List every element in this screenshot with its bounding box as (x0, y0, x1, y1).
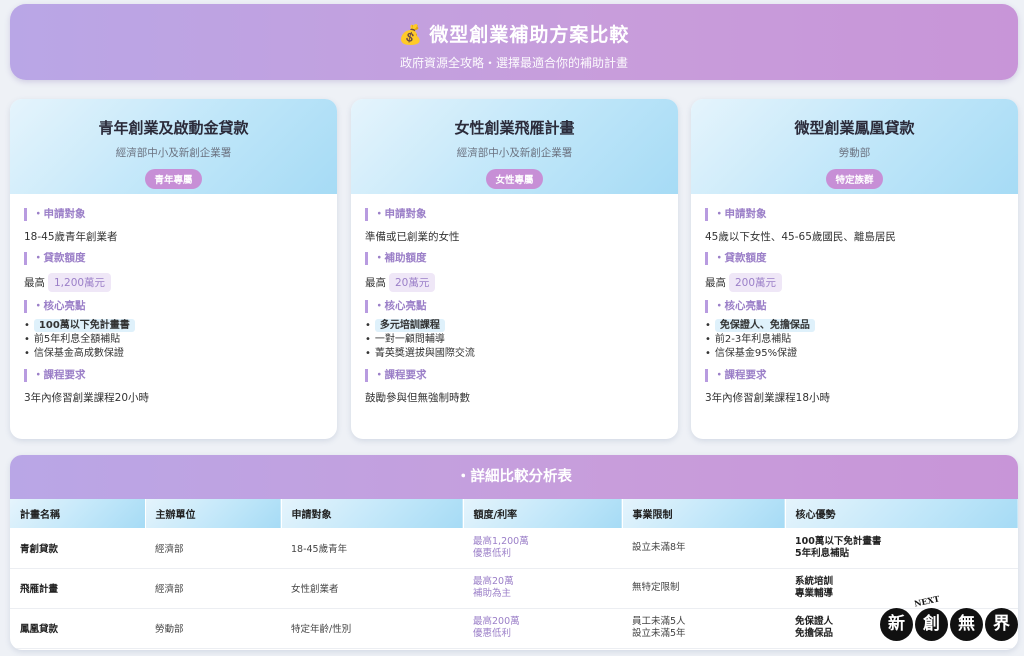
card-title: 青年創業及啟動金貸款 (98, 119, 249, 137)
amount-highlight: 200萬元 (729, 273, 783, 292)
table-title: ・詳細比較分析表 (10, 455, 1018, 499)
column-header: 事業限制 (622, 499, 786, 528)
program-card-women: 女性創業飛雁計畫 經濟部中小及新創企業署 女性專屬 ・申請對象 準備或已創業的女… (351, 99, 678, 439)
money-bag-icon: 💰 (398, 24, 424, 46)
section-amount: 最高 200萬元 (705, 273, 1004, 292)
card-title: 女性創業飛雁計畫 (454, 119, 575, 137)
cell-advantage: 100萬以下免計畫書 5年利息補貼 (785, 528, 1018, 569)
comparison-table-panel: ・詳細比較分析表 計畫名稱 主辦單位 申請對象 額度/利率 事業限制 核心優勢 … (10, 455, 1018, 650)
cell-limit: 設立未滿8年 (622, 528, 785, 569)
section-label: ・課程要求 (365, 369, 664, 382)
comparison-table: 計畫名稱 主辦單位 申請對象 額度/利率 事業限制 核心優勢 青創貸款 經濟部 … (10, 499, 1018, 649)
list-item: 信保基金95%保證 (705, 347, 1004, 361)
cell-org: 勞動部 (145, 608, 281, 649)
section-text: 3年內修習創業課程18小時 (705, 392, 831, 404)
list-item: 菁英獎選拔與國際交流 (365, 347, 664, 361)
section-label: ・課程要求 (24, 369, 323, 382)
card-header: 青年創業及啟動金貸款 經濟部中小及新創企業署 青年專屬 (10, 99, 337, 194)
list-item: 前5年利息全額補貼 (24, 333, 323, 347)
cell-name: 飛雁計畫 (10, 568, 145, 609)
section-label: ・核心亮點 (365, 300, 664, 313)
section-label: ・貸款額度 (705, 252, 1004, 265)
section-label: ・申請對象 (705, 208, 1004, 221)
list-item: 多元培訓課程 (365, 319, 664, 333)
section-amount: 最高 1,200萬元 (24, 273, 323, 292)
logo-char: 創 (915, 608, 948, 641)
list-item: 一對一顧問輔導 (365, 333, 664, 347)
page-subtitle: 政府資源全攻略・選擇最適合你的補助計畫 (399, 56, 628, 70)
list-item: 前2-3年利息補貼 (705, 333, 1004, 347)
amount-highlight: 1,200萬元 (48, 273, 112, 292)
cell-org: 經濟部 (145, 568, 281, 609)
section-text: 45歲以下女性、45-65歲國民、離島居民 (705, 231, 896, 243)
logo-next-text: NEXT (913, 593, 941, 609)
logo-char: 界 (985, 608, 1018, 641)
cell-name: 鳳凰貸款 (10, 608, 145, 649)
cell-org: 經濟部 (145, 528, 281, 569)
cell-amount: 最高20萬 補助為主 (463, 568, 622, 609)
list-item: 信保基金高成數保證 (24, 347, 323, 361)
card-header: 微型創業鳳凰貸款 勞動部 特定族群 (691, 99, 1018, 194)
table-row: 鳳凰貸款 勞動部 特定年齡/性別 最高200萬 優惠低利 員工未滿5人 設立未滿5年… (10, 608, 1018, 649)
section-label: ・貸款額度 (24, 252, 323, 265)
table-header-row: 計畫名稱 主辦單位 申請對象 額度/利率 事業限制 核心優勢 (10, 499, 1018, 528)
cell-target: 女性創業者 (281, 568, 463, 609)
column-header: 額度/利率 (463, 499, 623, 528)
page-header: 💰 微型創業補助方案比較 政府資源全攻略・選擇最適合你的補助計畫 (10, 4, 1018, 80)
brand-logo: NEXT 新 創 無 界 (880, 593, 1018, 652)
cell-amount: 最高200萬 優惠低利 (463, 608, 622, 649)
program-cards: 青年創業及啟動金貸款 經濟部中小及新創企業署 青年專屬 ・申請對象 18-45歲… (10, 99, 1018, 439)
program-card-phoenix: 微型創業鳳凰貸款 勞動部 特定族群 ・申請對象 45歲以下女性、45-65歲國民… (691, 99, 1018, 439)
section-label: ・補助額度 (365, 252, 664, 265)
column-header: 申請對象 (281, 499, 464, 528)
cell-target: 特定年齡/性別 (281, 608, 463, 649)
card-header: 女性創業飛雁計畫 經濟部中小及新創企業署 女性專屬 (351, 99, 678, 194)
section-text: 鼓勵參與但無強制時數 (365, 392, 470, 404)
logo-char: 新 (880, 608, 913, 641)
card-badge: 青年專屬 (145, 169, 202, 189)
logo-char: 無 (950, 608, 983, 641)
table-row: 飛雁計畫 經濟部 女性創業者 最高20萬 補助為主 無特定限制 系統培訓 專業輔導 (10, 568, 1018, 609)
cell-limit: 無特定限制 (622, 568, 785, 609)
section-text: 準備或已創業的女性 (365, 231, 460, 243)
section-text: 3年內修習創業課程20小時 (24, 392, 150, 404)
table-row: 青創貸款 經濟部 18-45歲青年 最高1,200萬 優惠低利 設立未滿8年 10… (10, 528, 1018, 569)
cell-amount: 最高1,200萬 優惠低利 (463, 528, 622, 569)
card-title: 微型創業鳳凰貸款 (794, 119, 915, 137)
highlights-list: 100萬以下免計畫書 前5年利息全額補貼 信保基金高成數保證 (24, 319, 323, 361)
section-label: ・申請對象 (24, 208, 323, 221)
card-body: ・申請對象 18-45歲青年創業者 ・貸款額度 最高 1,200萬元 ・核心亮點 … (10, 194, 337, 405)
card-agency: 經濟部中小及新創企業署 (456, 147, 573, 159)
card-agency: 勞動部 (838, 147, 871, 159)
card-badge: 特定族群 (826, 169, 883, 189)
highlights-list: 多元培訓課程 一對一顧問輔導 菁英獎選拔與國際交流 (365, 319, 664, 361)
program-card-youth: 青年創業及啟動金貸款 經濟部中小及新創企業署 青年專屬 ・申請對象 18-45歲… (10, 99, 337, 439)
amount-highlight: 20萬元 (389, 273, 436, 292)
cell-target: 18-45歲青年 (281, 528, 463, 569)
section-label: ・課程要求 (705, 369, 1004, 382)
card-body: ・申請對象 準備或已創業的女性 ・補助額度 最高20萬元 ・核心亮點 多元培訓課… (351, 194, 678, 405)
column-header: 計畫名稱 (10, 499, 146, 528)
list-item: 免保證人、免擔保品 (705, 319, 1004, 333)
card-body: ・申請對象 45歲以下女性、45-65歲國民、離島居民 ・貸款額度 最高 200萬… (691, 194, 1018, 405)
card-badge: 女性專屬 (486, 169, 543, 189)
cell-name: 青創貸款 (10, 528, 145, 569)
cell-limit: 員工未滿5人 設立未滿5年 (622, 608, 785, 649)
section-text: 18-45歲青年創業者 (24, 231, 118, 243)
section-label: ・核心亮點 (24, 300, 323, 313)
list-item: 100萬以下免計畫書 (24, 319, 323, 333)
section-amount: 最高 20萬元 (365, 273, 664, 292)
card-agency: 經濟部中小及新創企業署 (115, 147, 232, 159)
highlights-list: 免保證人、免擔保品 前2-3年利息補貼 信保基金95%保證 (705, 319, 1004, 361)
column-header: 主辦單位 (145, 499, 282, 528)
page-title: 💰 微型創業補助方案比較 (398, 24, 630, 46)
column-header: 核心優勢 (785, 499, 1018, 528)
section-label: ・核心亮點 (705, 300, 1004, 313)
section-label: ・申請對象 (365, 208, 664, 221)
